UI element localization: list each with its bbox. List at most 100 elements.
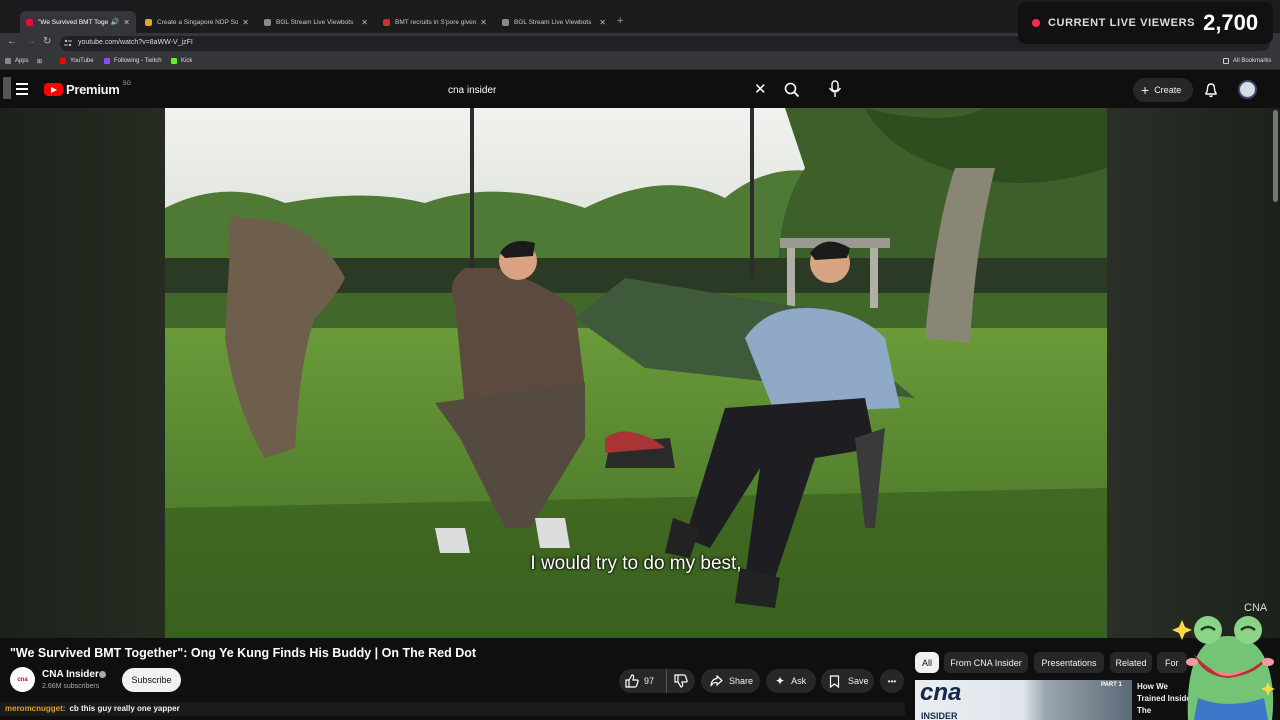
youtube-premium-logo[interactable]: Premium SG bbox=[44, 80, 132, 97]
all-bookmarks-label: All Bookmarks bbox=[1233, 58, 1272, 64]
search-query: cna insider bbox=[448, 84, 497, 96]
thumbs-down-icon bbox=[673, 674, 688, 688]
bookmark-item[interactable]: Apps bbox=[5, 58, 29, 64]
notifications-bell-icon[interactable] bbox=[1204, 82, 1218, 98]
filter-chip[interactable]: Related bbox=[1110, 652, 1152, 673]
youtube-play-icon bbox=[44, 83, 63, 96]
tab-title: Create a Singapore NDP Song bbox=[157, 18, 239, 26]
bookmark-item[interactable]: Following - Twitch bbox=[104, 58, 162, 64]
related-thumb-logo: cna bbox=[920, 680, 962, 706]
apps-grid-icon[interactable]: ⊞ bbox=[37, 58, 42, 65]
tab-favicon-icon bbox=[145, 18, 152, 26]
bookmark-label: Apps bbox=[15, 58, 29, 64]
bookmark-label: YouTube bbox=[70, 58, 94, 64]
tab-favicon-icon bbox=[502, 18, 509, 26]
create-button[interactable]: + Create bbox=[1133, 78, 1193, 102]
bookmark-favicon-icon bbox=[171, 58, 177, 64]
hamburger-menu-icon[interactable] bbox=[16, 83, 28, 98]
back-icon[interactable]: ← bbox=[7, 36, 17, 47]
tab-title: "We Survived BMT Together" bbox=[38, 18, 108, 26]
thumbs-up-icon bbox=[625, 674, 639, 688]
browser-tab[interactable]: "We Survived BMT Together"🔊✕ bbox=[20, 11, 136, 33]
bookmark-label: Following - Twitch bbox=[114, 58, 162, 64]
live-viewers-overlay: CURRENT LIVE VIEWERS 2,700 bbox=[1018, 2, 1273, 44]
tab-title: BMT recruits in S'pore given m bbox=[395, 18, 477, 26]
region-code: SG bbox=[122, 80, 132, 87]
subscribe-label: Subscribe bbox=[131, 675, 172, 685]
close-tab-icon[interactable]: ✕ bbox=[361, 18, 368, 27]
new-tab-button[interactable]: + bbox=[617, 15, 623, 27]
viewers-label: CURRENT LIVE VIEWERS bbox=[1048, 17, 1196, 29]
subscriber-count: 2.66M subscribers bbox=[42, 683, 100, 690]
filter-chip[interactable]: Presentations bbox=[1034, 652, 1104, 673]
ask-button[interactable]: ✦ Ask bbox=[766, 669, 816, 693]
reload-icon[interactable]: ↻ bbox=[43, 36, 51, 47]
more-icon: ••• bbox=[887, 676, 897, 686]
forward-icon[interactable]: → bbox=[26, 36, 36, 47]
tab-title: BGL Stream Live Viewbots bbox=[514, 18, 592, 26]
video-title: "We Survived BMT Together": Ong Ye Kung … bbox=[10, 646, 477, 660]
share-label: Share bbox=[729, 676, 754, 686]
save-button[interactable]: Save bbox=[821, 669, 874, 693]
viewers-count: 2,700 bbox=[1203, 10, 1259, 35]
close-tab-icon[interactable]: ✕ bbox=[480, 18, 487, 27]
save-label: Save bbox=[848, 676, 869, 686]
dislike-button[interactable] bbox=[666, 669, 694, 693]
like-count: 97 bbox=[644, 676, 655, 686]
close-tab-icon[interactable]: ✕ bbox=[123, 18, 130, 27]
microphone-icon[interactable] bbox=[826, 79, 844, 99]
bookmark-favicon-icon bbox=[5, 58, 11, 64]
more-actions-button[interactable]: ••• bbox=[880, 669, 904, 693]
live-dot-icon bbox=[1032, 19, 1040, 27]
tab-favicon-icon bbox=[383, 18, 390, 26]
sparkle-icon: ✦ bbox=[775, 674, 786, 688]
chat-username: meromcnugget: bbox=[5, 704, 66, 713]
video-subtitle: I would try to do my best, bbox=[530, 553, 742, 574]
sidebar-edge bbox=[3, 77, 11, 99]
url-text: youtube.com/watch?v=8aWW-V_jzFI bbox=[78, 39, 193, 46]
site-info-icon[interactable] bbox=[64, 39, 72, 47]
tab-title: BGL Stream Live Viewbots bbox=[276, 18, 354, 26]
search-icon[interactable] bbox=[784, 82, 800, 98]
browser-tab[interactable]: BGL Stream Live Viewbots ✕ bbox=[496, 11, 612, 33]
ask-label: Ask bbox=[791, 676, 807, 686]
verified-badge-icon bbox=[99, 671, 106, 678]
logo-text: Premium bbox=[66, 82, 120, 97]
subscribe-button[interactable]: Subscribe bbox=[122, 668, 181, 692]
bookmark-label: Kick bbox=[181, 58, 193, 64]
page-scrollbar[interactable] bbox=[1273, 110, 1278, 202]
create-label: Create bbox=[1154, 85, 1182, 95]
channel-avatar-text: cna bbox=[17, 676, 28, 683]
close-tab-icon[interactable]: ✕ bbox=[599, 18, 606, 27]
browser-tab[interactable]: BMT recruits in S'pore given m ✕ bbox=[377, 11, 493, 33]
tab-favicon-icon bbox=[264, 18, 271, 26]
bookmark-favicon-icon bbox=[104, 58, 110, 64]
search-input[interactable]: cna insider bbox=[438, 79, 778, 101]
like-button[interactable]: 97 bbox=[619, 669, 664, 693]
browser-tab[interactable]: BGL Stream Live Viewbots ✕ bbox=[258, 11, 374, 33]
bookmark-favicon-icon bbox=[60, 58, 66, 64]
close-tab-icon[interactable]: ✕ bbox=[242, 18, 249, 27]
bookmark-item[interactable]: YouTube bbox=[60, 58, 94, 64]
plus-icon: + bbox=[1141, 82, 1150, 98]
browser-tab[interactable]: Create a Singapore NDP Song ✕ bbox=[139, 11, 255, 33]
account-avatar[interactable] bbox=[1238, 80, 1257, 99]
stream-chat-message: meromcnugget: cb this guy really one yapp… bbox=[0, 702, 905, 716]
related-video-thumbnail[interactable]: cna INSIDER PART 1 bbox=[915, 680, 1132, 720]
related-part-label: PART 1 bbox=[1101, 682, 1122, 688]
related-thumb-sub: INSIDER bbox=[921, 711, 958, 720]
clear-search-icon[interactable]: ✕ bbox=[754, 80, 767, 98]
streamer-frog-avatar bbox=[1172, 616, 1275, 720]
tab-favicon-icon bbox=[26, 18, 33, 26]
bookmark-icon bbox=[829, 674, 840, 688]
tab-audio-icon[interactable]: 🔊 bbox=[111, 18, 120, 26]
filter-chip[interactable]: All bbox=[915, 652, 939, 673]
share-button[interactable]: Share bbox=[701, 669, 760, 693]
channel-avatar[interactable]: cna bbox=[10, 667, 35, 692]
share-icon bbox=[710, 675, 723, 687]
filter-chip[interactable]: From CNA Insider bbox=[944, 652, 1028, 673]
bookmark-item[interactable]: Kick bbox=[171, 58, 192, 64]
chat-text: cb this guy really one yapper bbox=[69, 704, 180, 713]
channel-name[interactable]: CNA Insider bbox=[42, 669, 99, 680]
all-bookmarks[interactable]: All Bookmarks bbox=[1223, 58, 1271, 64]
